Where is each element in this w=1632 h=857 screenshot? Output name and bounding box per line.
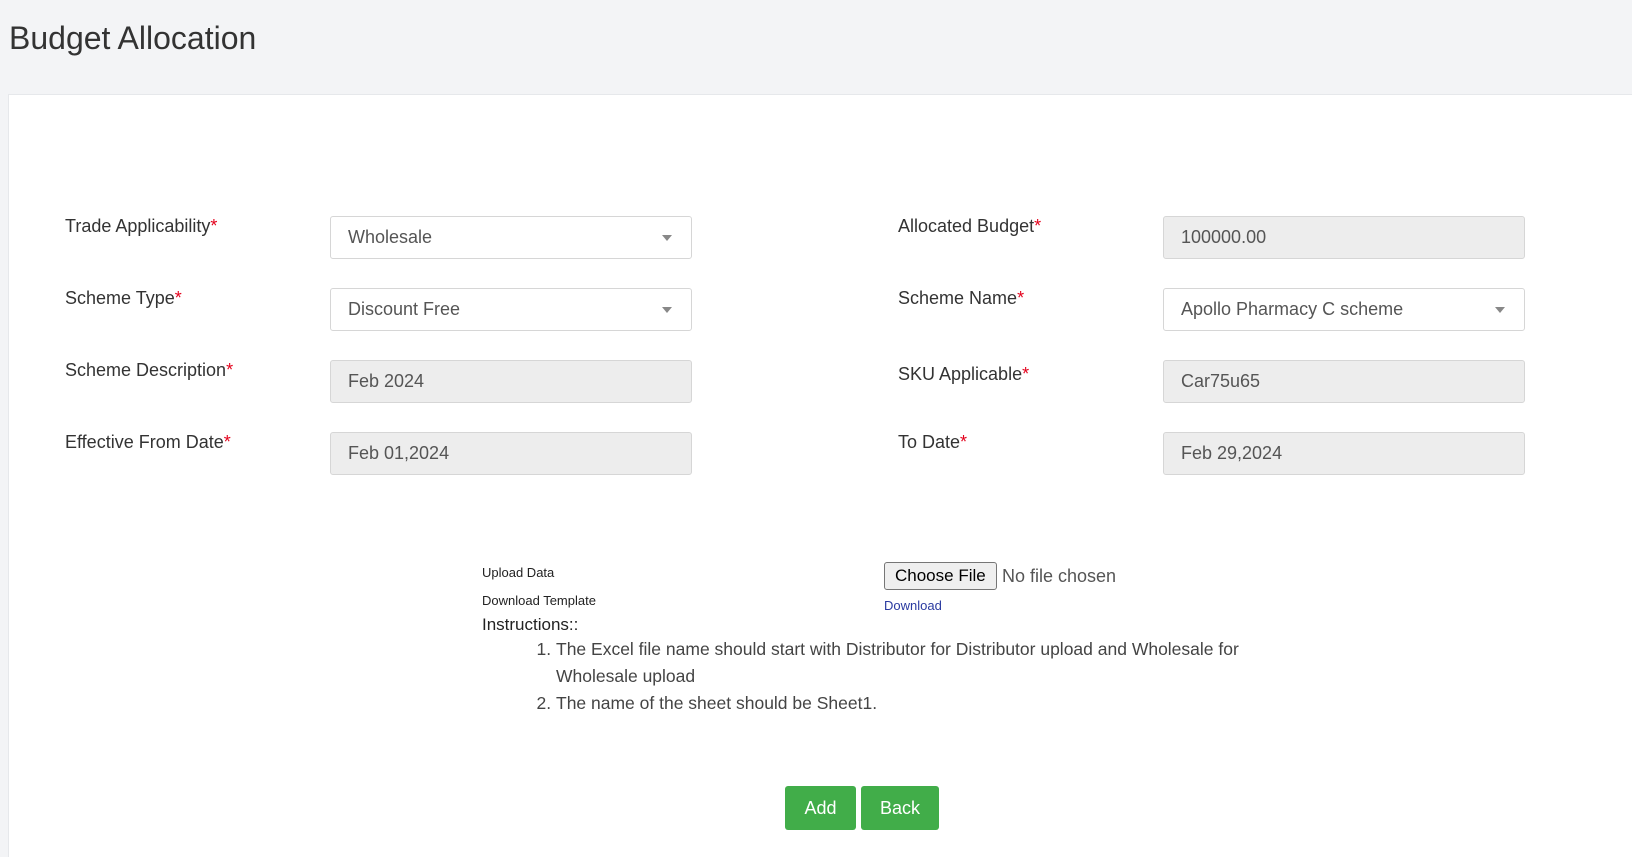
required-marker: * xyxy=(174,288,182,308)
sku-applicable-label: SKU Applicable* xyxy=(898,364,1030,384)
allocated-budget-label: Allocated Budget* xyxy=(898,216,1042,236)
to-date-value: Feb 29,2024 xyxy=(1181,443,1283,463)
upload-data-label: Upload Data xyxy=(482,565,555,580)
sku-applicable-value: Car75u65 xyxy=(1181,371,1261,391)
required-marker: * xyxy=(1022,364,1030,384)
choose-file-button[interactable]: Choose File xyxy=(884,562,997,590)
sku-applicable-field[interactable]: Car75u65 xyxy=(1163,360,1525,403)
page-title: Budget Allocation xyxy=(9,20,257,56)
scheme-name-value: Apollo Pharmacy C scheme xyxy=(1181,299,1404,319)
instructions-list: The Excel file name should start with Di… xyxy=(536,636,1276,717)
scheme-name-label: Scheme Name* xyxy=(898,288,1025,308)
trade-applicability-select[interactable]: Wholesale xyxy=(330,216,692,259)
scheme-type-label: Scheme Type* xyxy=(65,288,182,308)
scheme-name-select[interactable]: Apollo Pharmacy C scheme xyxy=(1163,288,1525,331)
file-status-text: No file chosen xyxy=(1002,566,1117,586)
required-marker: * xyxy=(223,432,231,452)
allocated-budget-value: 100000.00 xyxy=(1181,227,1267,247)
instruction-item: The name of the sheet should be Sheet1. xyxy=(556,690,1276,717)
allocated-budget-field[interactable]: 100000.00 xyxy=(1163,216,1525,259)
required-marker: * xyxy=(1017,288,1025,308)
scheme-type-value: Discount Free xyxy=(348,299,461,319)
required-marker: * xyxy=(226,360,234,380)
required-marker: * xyxy=(960,432,968,452)
required-marker: * xyxy=(210,216,218,236)
scheme-description-value: Feb 2024 xyxy=(348,371,425,391)
download-template-link[interactable]: Download xyxy=(884,598,942,614)
chevron-down-icon xyxy=(662,235,672,241)
add-button[interactable]: Add xyxy=(785,786,856,830)
required-marker: * xyxy=(1034,216,1042,236)
scheme-description-label: Scheme Description* xyxy=(65,360,234,380)
effective-from-date-value: Feb 01,2024 xyxy=(348,443,450,463)
instructions-title: Instructions:: xyxy=(482,615,579,634)
form-card xyxy=(8,94,1632,857)
chevron-down-icon xyxy=(1495,307,1505,313)
effective-from-date-label: Effective From Date* xyxy=(65,432,231,452)
to-date-field[interactable]: Feb 29,2024 xyxy=(1163,432,1525,475)
effective-from-date-field[interactable]: Feb 01,2024 xyxy=(330,432,692,475)
back-button[interactable]: Back xyxy=(861,786,939,830)
scheme-description-field[interactable]: Feb 2024 xyxy=(330,360,692,403)
instruction-item: The Excel file name should start with Di… xyxy=(556,636,1276,690)
download-template-label: Download Template xyxy=(482,593,596,608)
trade-applicability-value: Wholesale xyxy=(348,227,433,247)
to-date-label: To Date* xyxy=(898,432,968,452)
chevron-down-icon xyxy=(662,307,672,313)
trade-applicability-label: Trade Applicability* xyxy=(65,216,218,236)
scheme-type-select[interactable]: Discount Free xyxy=(330,288,692,331)
